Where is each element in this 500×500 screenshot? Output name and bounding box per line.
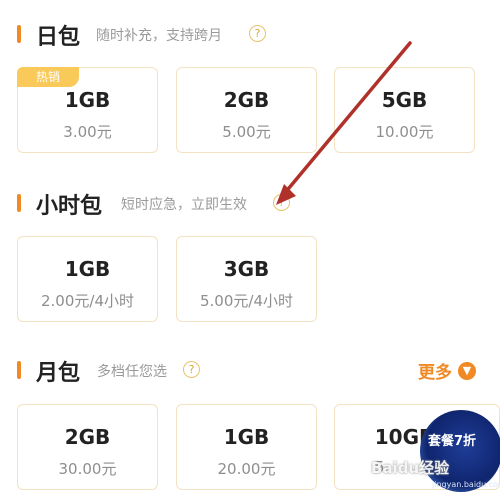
card-size: 1GB	[64, 88, 111, 112]
chevron-down-icon: ▼	[458, 361, 476, 380]
monthly-section-subtitle: 多档任您选	[97, 364, 167, 380]
card-price: 30.00元	[58, 460, 117, 478]
monthly-section-title: 月包	[36, 361, 81, 386]
more-label: 更多	[418, 363, 452, 383]
daily-card-5gb[interactable]: 5GB 10.00元	[334, 67, 475, 153]
monthly-help-icon[interactable]: ?	[183, 361, 200, 378]
daily-card-1gb[interactable]: 热销 1GB 3.00元	[17, 67, 158, 153]
baidu-watermark-logo: Baidu经验	[371, 459, 450, 477]
card-price: 20.00元	[217, 460, 276, 478]
card-size: 3GB	[223, 257, 270, 281]
card-size: 5GB	[381, 88, 428, 112]
daily-section-subtitle: 随时补充，支持跨月	[96, 28, 222, 44]
hourly-card-1gb[interactable]: 1GB 2.00元/4小时	[17, 236, 158, 322]
card-price: 10.00元	[375, 123, 434, 141]
monthly-card-1gb[interactable]: 1GB 20.00元	[176, 404, 317, 490]
hourly-section-subtitle: 短时应急，立即生效	[121, 197, 247, 213]
more-button[interactable]: 更多 ▼	[418, 358, 476, 383]
baidu-watermark-url: jingyan.baidu.com	[432, 480, 500, 489]
monthly-card-2gb[interactable]: 2GB 30.00元	[17, 404, 158, 490]
card-size: 1GB	[223, 425, 270, 449]
hourly-section-title: 小时包	[36, 194, 103, 219]
card-size: 2GB	[64, 425, 111, 449]
card-price: 3.00元	[63, 123, 112, 141]
hourly-accent-bar	[17, 194, 21, 212]
hot-sale-tag: 热销	[17, 67, 79, 87]
daily-card-2gb[interactable]: 2GB 5.00元	[176, 67, 317, 153]
card-size: 1GB	[64, 257, 111, 281]
daily-accent-bar	[17, 25, 21, 43]
hourly-card-3gb[interactable]: 3GB 5.00元/4小时	[176, 236, 317, 322]
hourly-help-icon[interactable]: ?	[273, 194, 290, 211]
daily-section-title: 日包	[36, 25, 81, 50]
monthly-accent-bar	[17, 361, 21, 379]
card-price: 2.00元/4小时	[41, 292, 134, 310]
daily-help-icon[interactable]: ?	[249, 25, 266, 42]
card-price: 5.00元/4小时	[200, 292, 293, 310]
card-price: 5.00元	[222, 123, 271, 141]
card-size: 2GB	[223, 88, 270, 112]
discount-badge-text: 套餐7折	[428, 434, 477, 449]
